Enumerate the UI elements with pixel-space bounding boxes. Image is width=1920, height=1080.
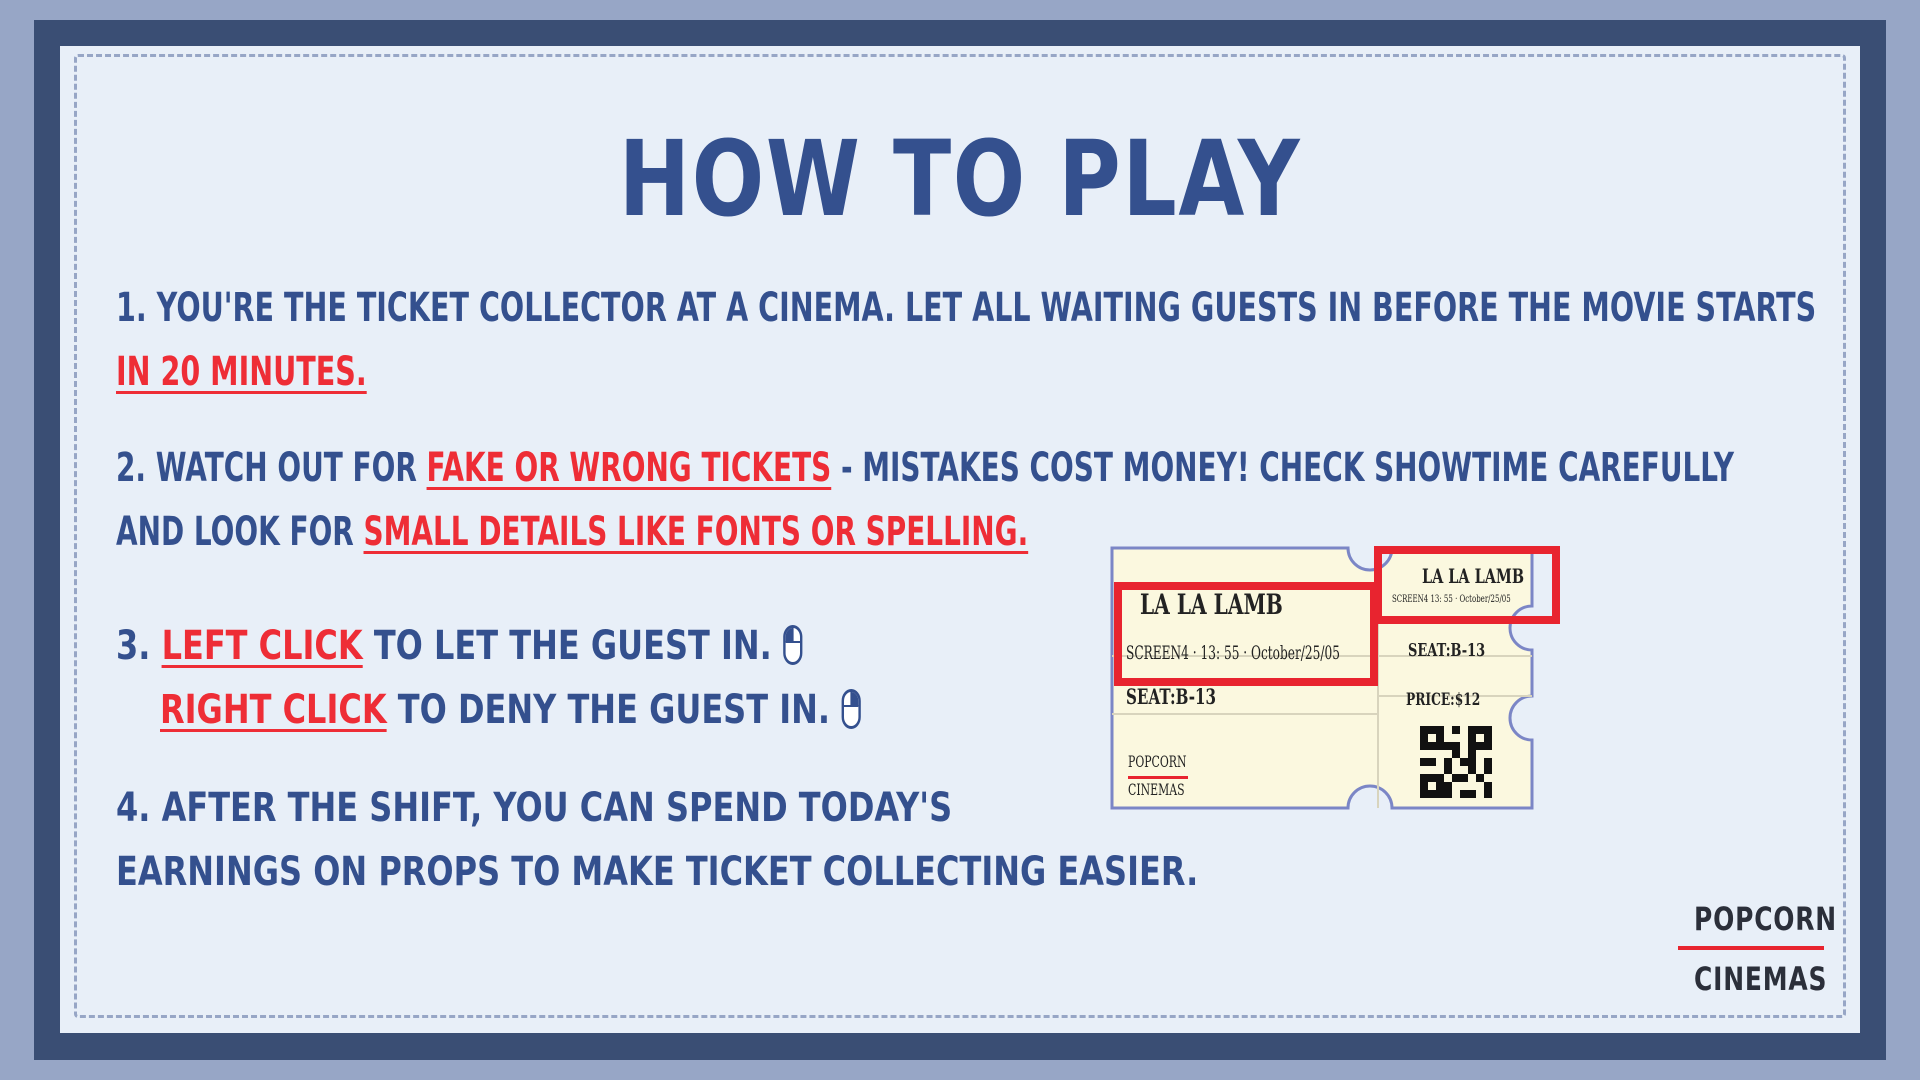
step-4: 4. AFTER THE SHIFT, YOU CAN SPEND TODAY'…: [116, 776, 952, 840]
step-4-line-2: EARNINGS ON PROPS TO MAKE TICKET COLLECT…: [116, 840, 1198, 904]
page-title: HOW TO PLAY: [618, 118, 1302, 240]
step-4-text-2: EARNINGS ON PROPS TO MAKE TICKET COLLECT…: [116, 849, 1199, 895]
step-2-text-3: AND LOOK FOR: [116, 509, 364, 555]
step-3-prefix: 3.: [116, 623, 162, 669]
step-2-text-2: - MISTAKES COST MONEY! CHECK SHOWTIME CA…: [831, 445, 1734, 491]
left-mouse-icon: [783, 625, 803, 665]
step-2: 2. WATCH OUT FOR FAKE OR WRONG TICKETS -…: [116, 436, 1734, 500]
ticket-brand-line-1: POPCORN: [1128, 752, 1187, 771]
step-2-highlight-2: SMALL DETAILS LIKE FONTS OR SPELLING.: [363, 509, 1029, 555]
step-3-text-2: TO DENY THE GUEST IN.: [386, 687, 831, 733]
ticket-seat: SEAT:B-13: [1126, 684, 1217, 709]
qr-code-icon: [1420, 726, 1492, 798]
step-2-line-2: AND LOOK FOR SMALL DETAILS LIKE FONTS OR…: [116, 500, 1028, 564]
logo-line-1: POPCORN: [1694, 900, 1837, 938]
step-2-highlight-1: FAKE OR WRONG TICKETS: [426, 445, 832, 491]
step-3: 3. LEFT CLICK TO LET THE GUEST IN.: [116, 614, 803, 678]
step-2-text: 2. WATCH OUT FOR: [116, 445, 427, 491]
step-3-line-2: RIGHT CLICK TO DENY THE GUEST IN.: [160, 678, 861, 742]
highlight-box-stub: [1374, 546, 1560, 624]
step-1-line-2: IN 20 MINUTES.: [116, 340, 367, 404]
highlight-box-main: [1114, 582, 1378, 686]
ticket-stub-price: PRICE:$12: [1406, 690, 1481, 710]
right-click-highlight: RIGHT CLICK: [160, 687, 387, 733]
step-1: 1. YOU'RE THE TICKET COLLECTOR AT A CINE…: [116, 276, 1816, 340]
ticket-brand-line-2: CINEMAS: [1128, 780, 1185, 799]
left-click-highlight: LEFT CLICK: [161, 623, 363, 669]
ticket-brand-rule: [1128, 776, 1188, 779]
logo-line-2: CINEMAS: [1694, 960, 1828, 998]
step-4-text-1: 4. AFTER THE SHIFT, YOU CAN SPEND TODAY'…: [116, 785, 953, 831]
step-1-highlight: IN 20 MINUTES.: [116, 349, 367, 395]
ticket-example: LA LA LAMB SCREEN4 · 13: 55 · October/25…: [1108, 546, 1560, 812]
right-mouse-icon: [841, 689, 861, 729]
ticket-stub-seat: SEAT:B-13: [1408, 640, 1486, 661]
step-3-text-1: TO LET THE GUEST IN.: [362, 623, 772, 669]
popcorn-cinemas-logo: POPCORN CINEMAS: [1678, 900, 1837, 998]
logo-rule: [1678, 946, 1824, 950]
step-1-text: 1. YOU'RE THE TICKET COLLECTOR AT A CINE…: [116, 285, 1817, 331]
